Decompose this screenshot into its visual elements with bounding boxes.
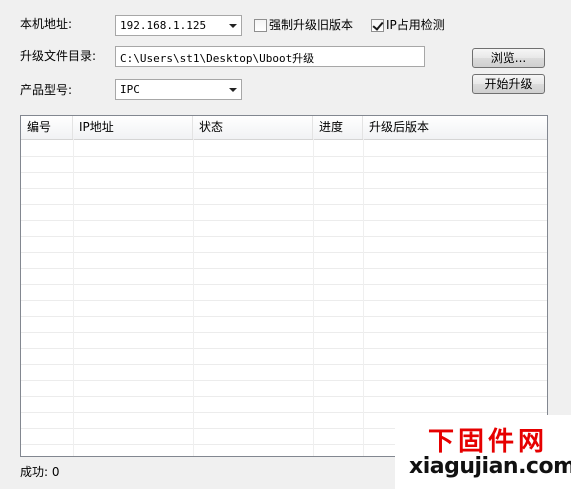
column-header-ip[interactable]: IP地址 xyxy=(73,116,193,139)
table-column-gridline xyxy=(363,139,364,456)
table-row-gridline xyxy=(21,396,547,397)
success-count-text: 成功: 0 xyxy=(20,465,60,479)
table-row-gridline xyxy=(21,300,547,301)
watermark-logo: 下固件网 xiagujian.com xyxy=(395,415,571,489)
local-address-combobox[interactable]: 192.168.1.125 xyxy=(115,15,242,36)
ip-conflict-check-checkbox[interactable] xyxy=(371,19,384,32)
table-row-gridline xyxy=(21,236,547,237)
table-row-gridline xyxy=(21,284,547,285)
upgrade-dir-value: C:\Users\st1\Desktop\Uboot升级 xyxy=(120,52,315,65)
table-row-gridline xyxy=(21,412,547,413)
table-row-gridline xyxy=(21,220,547,221)
table-row-gridline xyxy=(21,364,547,365)
chevron-down-icon xyxy=(229,88,237,92)
chevron-down-icon xyxy=(229,24,237,28)
table-header: 编号 IP地址 状态 进度 升级后版本 xyxy=(21,116,547,140)
table-row-gridline xyxy=(21,172,547,173)
watermark-title: 下固件网 xyxy=(428,427,549,457)
table-row-gridline xyxy=(21,380,547,381)
checkmark-icon xyxy=(372,19,384,31)
local-address-label: 本机地址: xyxy=(20,17,73,31)
table-row-gridline xyxy=(21,252,547,253)
ip-conflict-check-label: IP占用检测 xyxy=(386,18,445,32)
start-upgrade-button[interactable]: 开始升级 xyxy=(472,74,545,94)
local-address-value: 192.168.1.125 xyxy=(120,19,207,32)
device-list-table[interactable]: 编号 IP地址 状态 进度 升级后版本 xyxy=(20,115,548,457)
table-column-gridline xyxy=(73,139,74,456)
product-model-value: IPC xyxy=(120,83,140,96)
table-row-gridline xyxy=(21,348,547,349)
table-row-gridline xyxy=(21,204,547,205)
table-column-gridline xyxy=(313,139,314,456)
table-row-gridline xyxy=(21,316,547,317)
product-model-label: 产品型号: xyxy=(20,83,73,97)
upgrade-dir-input[interactable]: C:\Users\st1\Desktop\Uboot升级 xyxy=(115,46,425,67)
column-header-status[interactable]: 状态 xyxy=(193,116,313,139)
force-old-version-checkbox[interactable] xyxy=(254,19,267,32)
table-column-gridline xyxy=(193,139,194,456)
force-old-version-label: 强制升级旧版本 xyxy=(269,18,354,32)
column-header-progress[interactable]: 进度 xyxy=(313,116,363,139)
table-row-gridline xyxy=(21,332,547,333)
product-model-combobox[interactable]: IPC xyxy=(115,79,242,100)
column-header-version[interactable]: 升级后版本 xyxy=(363,116,547,139)
column-header-id[interactable]: 编号 xyxy=(21,116,73,139)
browse-button[interactable]: 浏览... xyxy=(472,48,545,68)
table-row-gridline xyxy=(21,268,547,269)
table-row-gridline xyxy=(21,188,547,189)
upgrade-dir-label: 升级文件目录: xyxy=(20,49,97,63)
table-row-gridline xyxy=(21,156,547,157)
watermark-url: xiagujian.com xyxy=(409,454,571,479)
